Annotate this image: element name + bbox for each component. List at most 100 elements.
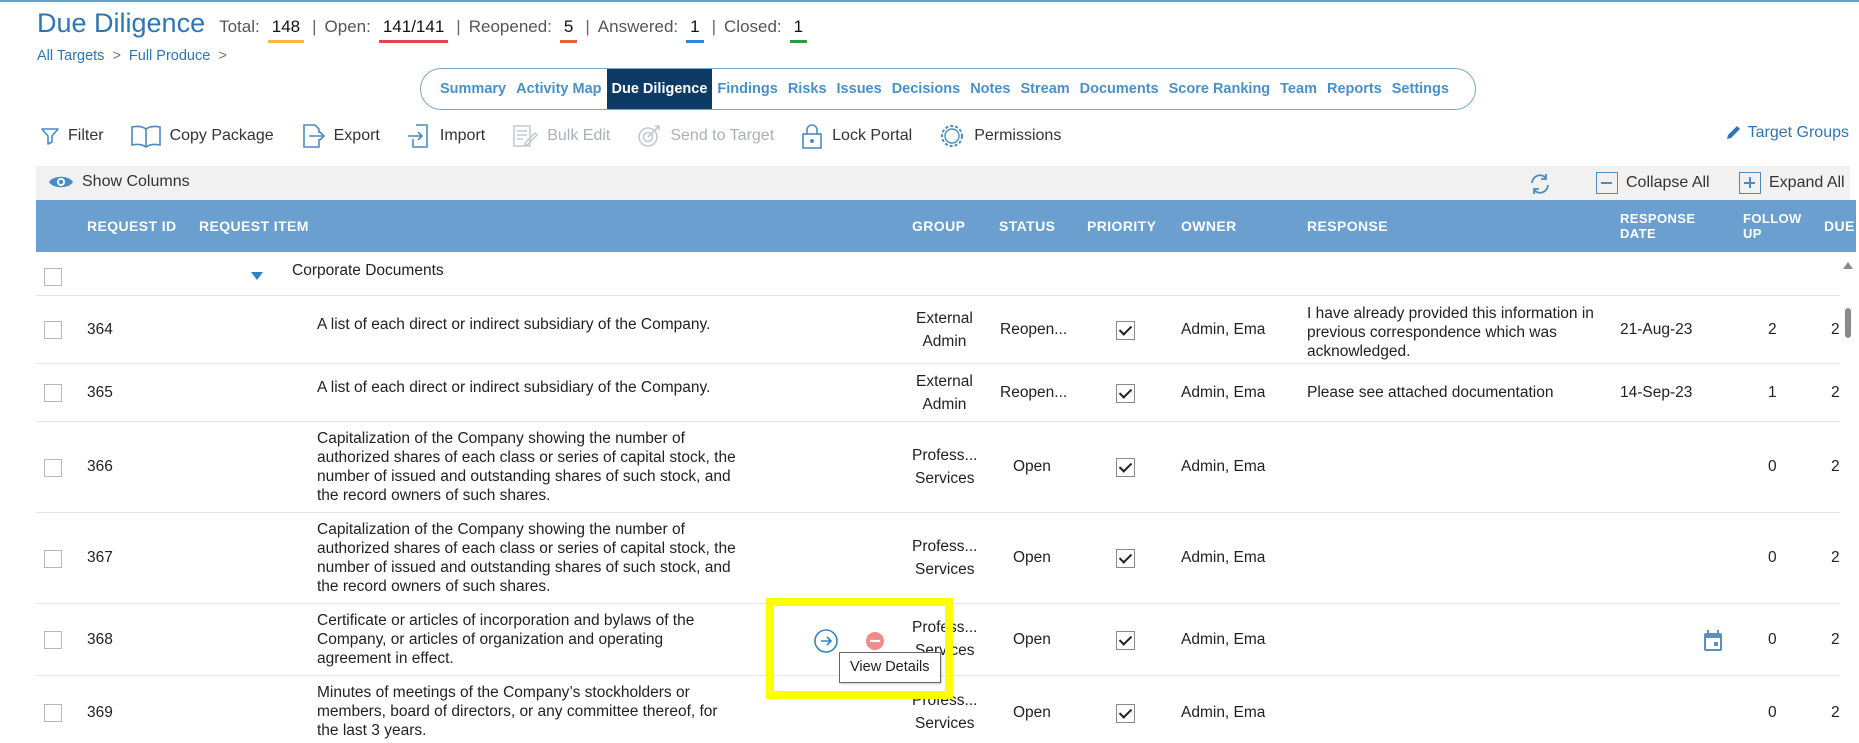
stat-reopened[interactable]: Reopened: 5 <box>469 17 578 43</box>
tab-activity-map[interactable]: Activity Map <box>511 69 606 109</box>
top-accent-line <box>0 0 1859 2</box>
tab-risks[interactable]: Risks <box>783 69 832 109</box>
group-line1: External <box>916 310 973 327</box>
column-header-response-date-line1: RESPONSE <box>1620 211 1696 226</box>
request-item: Capitalization of the Company showing th… <box>317 430 736 504</box>
tab-stream[interactable]: Stream <box>1015 69 1074 109</box>
column-header-priority[interactable]: PRIORITY <box>1087 200 1156 252</box>
tab-issues[interactable]: Issues <box>832 69 887 109</box>
group-line1: Profess... <box>912 447 978 464</box>
column-header-group[interactable]: GROUP <box>912 200 965 252</box>
priority-checkbox[interactable] <box>1116 549 1135 568</box>
group-cell: External Admin <box>916 370 973 416</box>
breadcrumb-all-targets[interactable]: All Targets <box>37 48 104 64</box>
tab-settings[interactable]: Settings <box>1387 69 1454 109</box>
filter-button[interactable]: Filter <box>40 126 104 146</box>
column-header-follow-up[interactable]: FOLLOW UP <box>1743 200 1802 252</box>
priority-checkbox[interactable] <box>1116 631 1135 650</box>
status-cell: Reopen... <box>1000 384 1068 401</box>
stat-closed-label: Closed: <box>724 17 782 36</box>
request-item: A list of each direct or indirect subsid… <box>317 379 711 396</box>
breadcrumb-full-produce[interactable]: Full Produce <box>129 48 210 64</box>
show-columns-button[interactable]: Show Columns <box>48 173 190 191</box>
follow-up-cell: 0 <box>1768 458 1777 475</box>
row-checkbox[interactable] <box>44 321 62 339</box>
scroll-thumb[interactable] <box>1845 308 1851 338</box>
row-checbox[interactable] <box>44 704 62 722</box>
page-header: Due Diligence Total: 148 | Open: 141/141… <box>37 8 815 43</box>
group-line2: Admin <box>922 333 967 350</box>
tab-reports[interactable]: Reports <box>1322 69 1387 109</box>
table-row[interactable]: 364 A list of each direct or indirect su… <box>36 296 1840 364</box>
column-header-owner[interactable]: OWNER <box>1181 200 1237 252</box>
priority-checkbox[interactable] <box>1116 458 1135 477</box>
stat-total[interactable]: Total: 148 <box>219 17 305 43</box>
target-groups-button[interactable]: Target Groups <box>1724 124 1849 142</box>
copy-package-button[interactable]: Copy Package <box>130 124 274 148</box>
row-checkbox[interactable] <box>44 631 62 649</box>
scroll-up-arrow[interactable] <box>1843 262 1853 269</box>
stat-closed[interactable]: Closed: 1 <box>724 17 808 43</box>
export-button[interactable]: Export <box>300 123 380 149</box>
group-cell: Profess... Services <box>912 535 977 581</box>
stat-answered[interactable]: Answered: 1 <box>598 17 704 43</box>
priority-checkbox[interactable] <box>1116 384 1135 403</box>
follow-up-cell: 0 <box>1768 704 1777 721</box>
owner-cell: Admin, Ema <box>1181 458 1266 475</box>
caret-down-icon[interactable] <box>251 272 263 280</box>
expand-all-button[interactable]: Expand All <box>1739 172 1845 194</box>
response-date-cell: 14-Sep-23 <box>1620 384 1693 401</box>
request-id: 366 <box>87 458 113 475</box>
table-row[interactable]: 367 Capitalization of the Company showin… <box>36 513 1840 604</box>
tab-bar: Summary Activity Map Due Diligence Findi… <box>420 68 1476 110</box>
calendar-icon[interactable] <box>1703 630 1723 652</box>
import-label: Import <box>439 127 486 144</box>
collapse-icon <box>1596 172 1618 194</box>
collapse-all-label: Collapse All <box>1626 174 1710 191</box>
tab-notes[interactable]: Notes <box>965 69 1015 109</box>
stat-open-value: 141/141 <box>378 17 449 43</box>
group-row-corporate-documents[interactable]: Corporate Documents <box>36 252 1840 296</box>
priority-checkbox[interactable] <box>1116 321 1135 340</box>
priority-checkbox[interactable] <box>1116 704 1135 723</box>
row-checkbox[interactable] <box>44 384 62 402</box>
column-header-response-date[interactable]: RESPONSE DATE <box>1620 200 1695 252</box>
row-checkbox[interactable] <box>44 268 62 286</box>
tab-documents[interactable]: Documents <box>1075 69 1164 109</box>
stat-answered-value: 1 <box>686 17 704 43</box>
table-row[interactable]: 365 A list of each direct or indirect su… <box>36 364 1840 422</box>
column-header-status[interactable]: STATUS <box>999 200 1055 252</box>
import-button[interactable]: Import <box>406 123 485 149</box>
lock-portal-button[interactable]: Lock Portal <box>800 122 912 150</box>
tab-decisions[interactable]: Decisions <box>887 69 966 109</box>
permissions-button[interactable]: Permissions <box>938 122 1061 150</box>
tab-team[interactable]: Team <box>1275 69 1322 109</box>
tab-score-ranking[interactable]: Score Ranking <box>1164 69 1276 109</box>
status-cell: Open <box>1013 704 1051 721</box>
follow-up-cell: 2 <box>1768 321 1777 338</box>
collapse-all-button[interactable]: Collapse All <box>1596 172 1710 194</box>
target-groups-label: Target Groups <box>1747 124 1849 141</box>
row-checkbox[interactable] <box>44 459 62 477</box>
stats-bar: Total: 148 | Open: 141/141 | Reopened: 5… <box>219 17 815 43</box>
column-header-request-item[interactable]: REQUEST ITEM <box>199 200 309 252</box>
export-label: Export <box>333 127 380 144</box>
breadcrumb-chevron: > <box>112 48 121 64</box>
table-row[interactable]: 366 Capitalization of the Company showin… <box>36 422 1840 513</box>
lock-icon <box>802 124 822 149</box>
send-to-target-button[interactable]: Send to Target <box>636 123 774 149</box>
column-header-due[interactable]: DUE <box>1824 200 1855 252</box>
vertical-scrollbar[interactable] <box>1840 252 1856 743</box>
request-item: Minutes of meetings of the Company’s sto… <box>317 684 718 739</box>
bulk-edit-button[interactable]: Bulk Edit <box>511 123 610 149</box>
column-header-response-date-line2: DATE <box>1620 226 1657 241</box>
tab-due-diligence[interactable]: Due Diligence <box>606 69 713 109</box>
column-header-request-id[interactable]: REQUEST ID <box>87 200 177 252</box>
owner-cell: Admin, Ema <box>1181 321 1266 338</box>
column-header-response[interactable]: RESPONSE <box>1307 200 1388 252</box>
row-checkbox[interactable] <box>44 550 62 568</box>
stat-open[interactable]: Open: 141/141 <box>325 17 449 43</box>
tab-summary[interactable]: Summary <box>435 69 511 109</box>
tab-findings[interactable]: Findings <box>712 69 782 109</box>
refresh-button[interactable] <box>1528 172 1552 201</box>
